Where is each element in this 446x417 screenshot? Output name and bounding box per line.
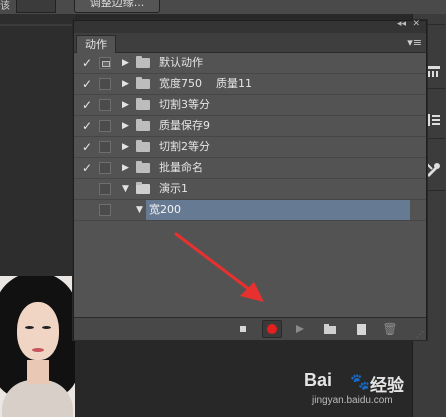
dialog-toggle-icon[interactable] xyxy=(99,162,111,174)
action-set-name: 批量命名 xyxy=(159,161,203,174)
resize-grip-icon[interactable]: ⋰ xyxy=(416,330,424,339)
expand-arrow-icon[interactable]: ▶ xyxy=(122,75,129,93)
dialog-toggle-icon[interactable] xyxy=(99,141,111,153)
panel-menu-icon[interactable]: ▾≡ xyxy=(407,36,422,49)
dialog-toggle-icon[interactable] xyxy=(99,120,111,132)
checkmark-icon[interactable]: ✓ xyxy=(80,96,94,114)
panel-titlebar[interactable]: ◂◂ ✕ xyxy=(74,19,426,33)
options-bar: 该 调整边缘... xyxy=(0,0,446,15)
close-icon[interactable]: ✕ xyxy=(412,19,420,29)
folder-icon xyxy=(136,119,150,131)
action-set-row[interactable]: ✓ ▶ 宽度750 质量11 xyxy=(74,74,426,95)
panel-tabs: 动作 ▾≡ xyxy=(74,33,426,53)
options-label: 该 xyxy=(0,1,10,12)
expand-arrow-icon[interactable]: ▶ xyxy=(122,117,129,135)
watermark-brand: 经验 xyxy=(370,376,404,396)
trash-icon[interactable]: 🗑 xyxy=(381,321,399,337)
panel-footer: 🗑 ⋰ xyxy=(74,317,426,340)
folder-icon xyxy=(136,77,150,89)
dialog-toggle-icon[interactable] xyxy=(99,99,111,111)
feather-input[interactable] xyxy=(16,0,56,13)
action-set-row[interactable]: ✓ ▶ 切割3等分 xyxy=(74,95,426,116)
lips xyxy=(32,348,44,352)
tab-actions[interactable]: 动作 xyxy=(76,35,116,53)
expand-arrow-icon[interactable]: ▶ xyxy=(122,54,129,72)
expand-arrow-icon[interactable]: ▶ xyxy=(122,138,129,156)
collapse-icon[interactable]: ◂◂ xyxy=(397,19,406,29)
collapse-arrow-icon[interactable]: ▼ xyxy=(136,201,143,219)
stop-recording-button[interactable] xyxy=(234,321,252,337)
action-set-row-expanded[interactable]: ▼ 演示1 xyxy=(74,179,426,200)
paw-icon: 🐾 xyxy=(350,372,370,391)
action-set-row[interactable]: ✓ ▶ 质量保存9 xyxy=(74,116,426,137)
folder-icon xyxy=(136,161,150,173)
checkmark-icon[interactable]: ✓ xyxy=(80,54,94,72)
open-folder-icon xyxy=(136,182,150,194)
collapse-arrow-icon[interactable]: ▼ xyxy=(122,180,129,198)
eye-right xyxy=(42,326,51,329)
dialog-toggle-icon[interactable] xyxy=(99,204,111,216)
action-row-selected[interactable]: ▼ 宽200 xyxy=(74,200,426,221)
dialog-toggle-icon[interactable] xyxy=(99,78,111,90)
action-set-row[interactable]: ✓ ▶ 切割2等分 xyxy=(74,137,426,158)
checkmark-icon[interactable]: ✓ xyxy=(80,117,94,135)
checkmark-icon[interactable]: ✓ xyxy=(80,159,94,177)
folder-icon xyxy=(136,98,150,110)
portrait-image xyxy=(0,276,75,417)
expand-arrow-icon[interactable]: ▶ xyxy=(122,96,129,114)
action-set-name: 切割2等分 xyxy=(159,140,210,153)
action-set-row[interactable]: ✓ ▶ 批量命名 xyxy=(74,158,426,179)
refine-edge-button[interactable]: 调整边缘... xyxy=(74,0,160,13)
checkmark-icon[interactable]: ✓ xyxy=(80,75,94,93)
new-action-button[interactable] xyxy=(353,321,371,337)
actions-list: ✓ ▶ 默认动作 ✓ ▶ 宽度750 质量11 ✓ ▶ 切割3等分 ✓ ▶ 质量… xyxy=(74,53,426,221)
folder-icon xyxy=(136,56,150,68)
canvas-divider xyxy=(0,24,75,26)
action-set-name: 默认动作 xyxy=(159,56,203,69)
dialog-toggle-icon[interactable] xyxy=(99,183,111,195)
folder-icon xyxy=(136,140,150,152)
play-selection-button[interactable] xyxy=(290,321,308,337)
checkmark-icon[interactable]: ✓ xyxy=(80,138,94,156)
selection-highlight xyxy=(146,200,410,220)
action-set-name: 宽度750 质量11 xyxy=(159,77,252,90)
watermark-logo: Bai xyxy=(304,370,333,390)
action-set-name: 演示1 xyxy=(159,182,188,195)
baidu-watermark: Bai 🐾 经验 jingyan.baidu.com xyxy=(304,370,440,414)
annotation-arrow-icon xyxy=(174,232,264,302)
action-set-row[interactable]: ✓ ▶ 默认动作 xyxy=(74,53,426,74)
new-set-button[interactable] xyxy=(321,321,339,337)
action-set-name: 质量保存9 xyxy=(159,119,210,132)
eye-left xyxy=(25,326,34,329)
expand-arrow-icon[interactable]: ▶ xyxy=(122,159,129,177)
action-name: 宽200 xyxy=(149,203,181,216)
record-button[interactable] xyxy=(262,320,282,338)
action-set-name: 切割3等分 xyxy=(159,98,210,111)
neck-shape xyxy=(27,360,49,384)
dialog-toggle-icon[interactable] xyxy=(99,57,111,69)
watermark-url: jingyan.baidu.com xyxy=(312,395,393,406)
